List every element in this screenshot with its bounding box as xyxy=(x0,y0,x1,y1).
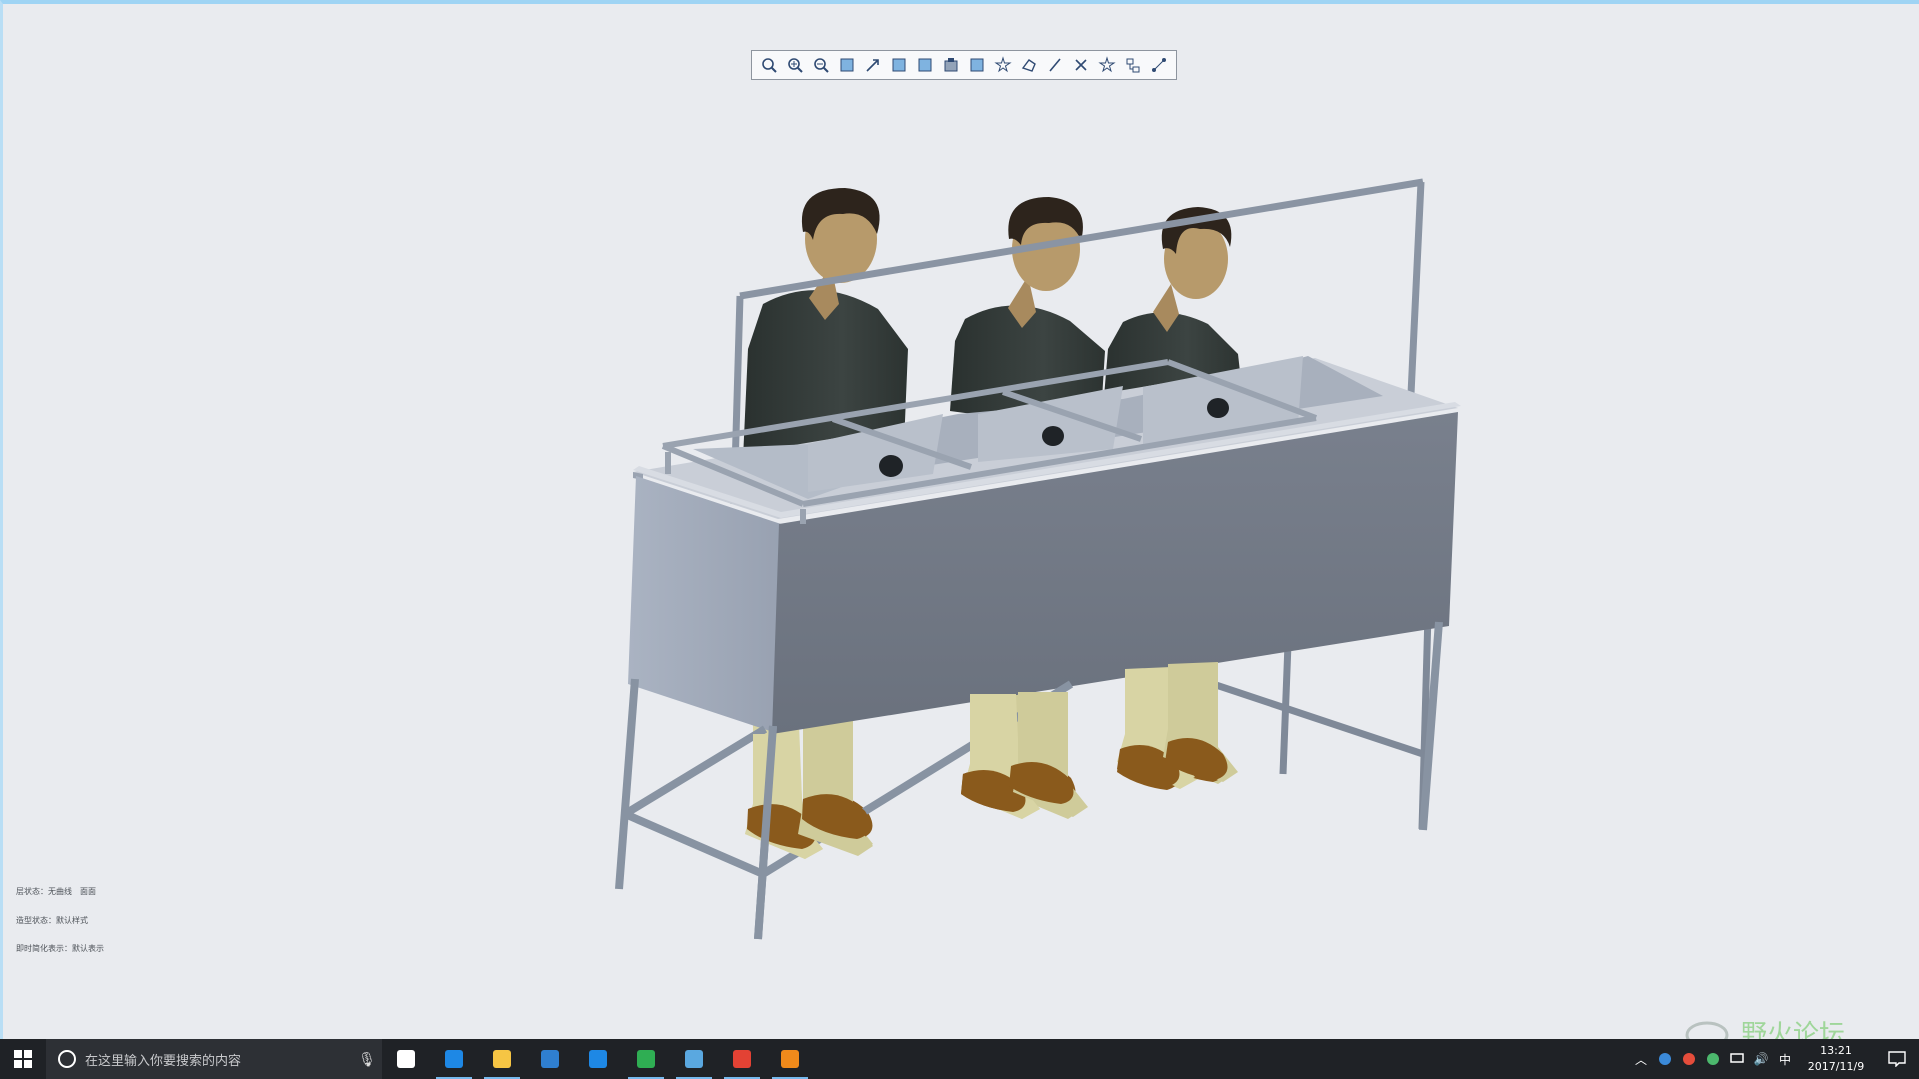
taskbar-search-box[interactable]: 在这里输入你要搜索的内容 🎙 xyxy=(46,1039,382,1079)
clock-time: 13:21 xyxy=(1820,1044,1852,1057)
axis-display-icon[interactable] xyxy=(1043,54,1066,76)
forum-watermark: 野火论坛 xyxy=(1679,1017,1907,1039)
system-tray: ︿ 🔊 中 13:21 2017/11/9 xyxy=(1629,1039,1919,1079)
graphics-area[interactable]: 层状态：无曲线 面面 造型状态：默认样式 即时简化表示：默认表示 野火论坛 xyxy=(0,0,1919,1039)
network-icon[interactable] xyxy=(1725,1039,1749,1079)
tray-qq-icon[interactable] xyxy=(1677,1039,1701,1079)
perspective-icon[interactable] xyxy=(966,54,989,76)
volume-icon[interactable]: 🔊 xyxy=(1749,1039,1773,1079)
microphone-icon[interactable]: 🎙 xyxy=(352,1051,382,1068)
saved-views-icon[interactable] xyxy=(914,54,937,76)
qq-icon[interactable] xyxy=(718,1039,766,1079)
file-explorer-icon[interactable] xyxy=(478,1039,526,1079)
taskbar-clock[interactable]: 13:21 2017/11/9 xyxy=(1797,1039,1875,1079)
point-display-icon[interactable] xyxy=(1069,54,1092,76)
zoom-out-icon[interactable] xyxy=(810,54,833,76)
vlc-icon[interactable] xyxy=(766,1039,814,1079)
tray-app-green-icon[interactable] xyxy=(1701,1039,1725,1079)
creo-window-icon[interactable] xyxy=(670,1039,718,1079)
spin-center-icon[interactable] xyxy=(862,54,885,76)
watermark-logo-icon: 野火论坛 xyxy=(1685,1020,1845,1039)
svg-text:野火论坛: 野火论坛 xyxy=(1741,1020,1845,1039)
tray-app-blue-icon[interactable] xyxy=(1653,1039,1677,1079)
style-status-text: 造型状态：默认样式 xyxy=(16,916,88,925)
layer-status-text: 层状态：无曲线 面面 xyxy=(16,887,96,896)
taskbar: 在这里输入你要搜索的内容 🎙 ︿ 🔊 中 13:21 2017/11/9 xyxy=(0,1039,1919,1079)
display-style-icon[interactable] xyxy=(888,54,911,76)
csys-display-icon[interactable] xyxy=(1095,54,1118,76)
annotation-display-icon[interactable] xyxy=(1121,54,1144,76)
search-placeholder: 在这里输入你要搜索的内容 xyxy=(85,1053,242,1069)
refit-icon[interactable] xyxy=(758,54,781,76)
store-icon[interactable] xyxy=(526,1039,574,1079)
task-view-icon[interactable] xyxy=(382,1039,430,1079)
taskbar-apps xyxy=(382,1039,814,1079)
simplified-rep-status-text: 即时简化表示：默认表示 xyxy=(16,944,104,953)
show-hidden-icons-icon[interactable]: ︿ xyxy=(1629,1039,1653,1079)
ie-green-icon[interactable] xyxy=(622,1039,670,1079)
ime-indicator[interactable]: 中 xyxy=(1773,1039,1797,1079)
zoom-in-icon[interactable] xyxy=(784,54,807,76)
windows-logo-icon xyxy=(14,1050,32,1068)
cortana-icon xyxy=(58,1050,76,1068)
view-toolbar xyxy=(751,50,1177,80)
mail-app-icon[interactable] xyxy=(574,1039,622,1079)
datum-display-icon[interactable] xyxy=(991,54,1014,76)
edge-icon[interactable] xyxy=(430,1039,478,1079)
person-2-legs-front xyxy=(961,692,1088,819)
action-center-icon[interactable] xyxy=(1875,1039,1919,1079)
person-3-legs-front xyxy=(1117,662,1238,787)
model-3d-view[interactable] xyxy=(3,4,1919,1039)
view-manager-icon[interactable] xyxy=(940,54,963,76)
clock-date: 2017/11/9 xyxy=(1807,1060,1865,1073)
repaint-icon[interactable] xyxy=(836,54,859,76)
spin-axis-icon[interactable] xyxy=(1147,54,1170,76)
start-button[interactable] xyxy=(0,1039,46,1079)
plane-display-icon[interactable] xyxy=(1017,54,1040,76)
